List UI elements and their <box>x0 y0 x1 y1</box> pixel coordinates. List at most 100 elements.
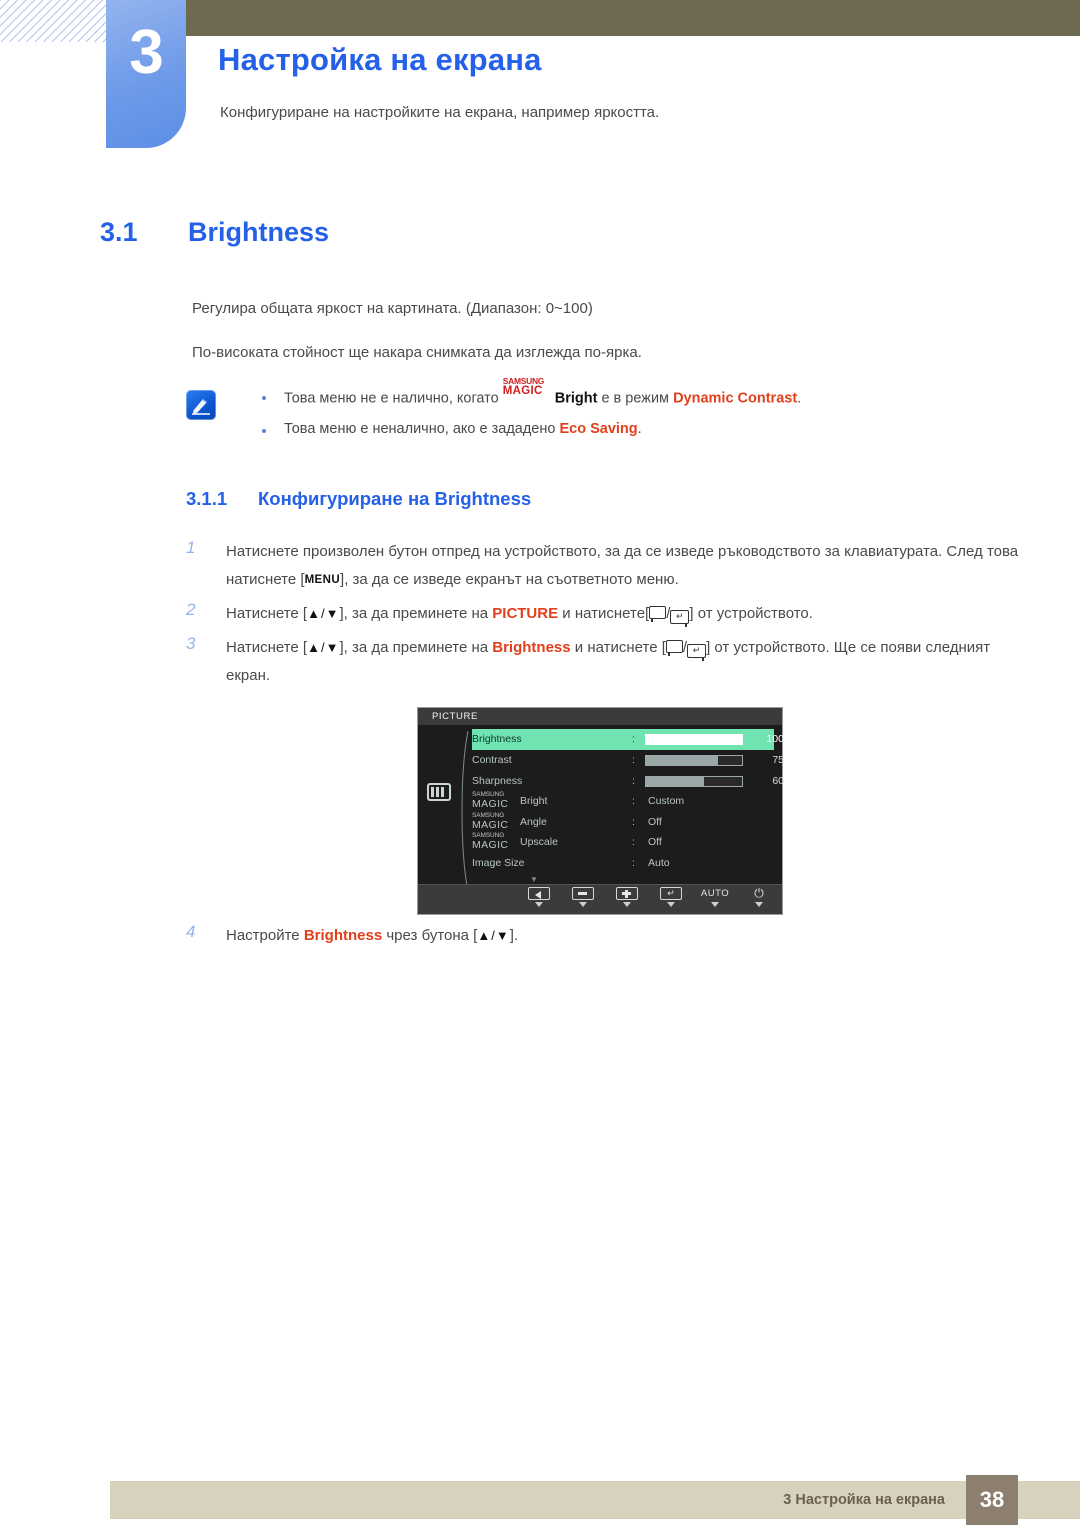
osd-row-brightness[interactable]: Brightness : 100 <box>472 729 784 750</box>
note-bullet-1-pre: Това меню не е налично, когато <box>284 390 499 407</box>
osd-back-button[interactable] <box>524 887 554 907</box>
picture-mode-icon <box>427 783 451 801</box>
step-4-part1: Настройте <box>226 927 300 944</box>
step-2-text: Натиснете [▲/▼], за да преминете на PICT… <box>226 605 813 627</box>
osd-plus-button[interactable] <box>612 887 642 907</box>
minus-icon <box>572 887 594 900</box>
osd-row-sharpness[interactable]: Sharpness : 60 <box>472 771 784 792</box>
osd-row-magic-angle[interactable]: SAMSUNG MAGIC Angle : Off <box>472 812 774 833</box>
osd-row-image-size[interactable]: Image Size : Auto <box>472 853 774 874</box>
step-1-part2: ], за да се изведе екранът на съответнот… <box>340 570 679 588</box>
osd-row-label: SAMSUNG MAGIC Bright <box>472 791 547 812</box>
section-heading: 3.1 Brightness <box>100 217 329 248</box>
osd-row-magic-upscale[interactable]: SAMSUNG MAGIC Upscale : Off <box>472 832 774 853</box>
updown-arrows-icon: ▲/▼ <box>307 640 340 655</box>
note-bullet-list: Това меню не е налично, когато SAMSUNG MA… <box>260 377 802 451</box>
page-footer: 3 Настройка на екрана 38 <box>110 1475 1080 1525</box>
enter-key-icon: ↵ <box>687 644 707 661</box>
updown-arrows-icon: ▲/▼ <box>307 606 340 621</box>
osd-row-bar <box>645 755 743 766</box>
osd-row-label: Sharpness <box>472 774 523 787</box>
osd-row-contrast[interactable]: Contrast : 75 <box>472 750 784 771</box>
step-2-part4: ] от устройството. <box>689 605 813 622</box>
footer-chapter-label: 3 Настройка на екрана <box>783 1492 945 1508</box>
step-2: 2 Натиснете [▲/▼], за да преминете на PI… <box>186 600 1026 628</box>
osd-row-magic-bright[interactable]: SAMSUNG MAGIC Bright : Custom <box>472 791 774 812</box>
step-3-text: Натиснете [▲/▼], за да преминете на Brig… <box>226 639 991 684</box>
subsection-heading: 3.1.1 Конфигуриране на Brightness <box>186 488 531 510</box>
section-paragraph-2: По-високата стойност ще накара снимката … <box>192 344 642 361</box>
osd-row-label-text: Bright <box>520 795 548 807</box>
updown-arrows-icon: ▲/▼ <box>477 928 510 943</box>
note-bullet-1-post: . <box>797 390 802 407</box>
osd-row-label: Contrast <box>472 754 512 766</box>
osd-menu-screenshot: PICTURE Brightness : 100 Contrast : 75 S… <box>417 707 784 915</box>
power-icon: ⏻ <box>754 886 764 900</box>
osd-row-value: 100 <box>766 733 784 745</box>
corner-hatch-decoration <box>0 0 112 42</box>
enter-key-icon: ↵ <box>670 610 690 627</box>
step-2-number: 2 <box>186 600 196 619</box>
magic-suffix-bright: Bright <box>554 390 598 407</box>
magic-bottom-text: MAGIC <box>502 385 543 397</box>
osd-row-colon: : <box>632 754 635 766</box>
osd-row-colon: : <box>632 815 635 828</box>
enter-glyph: ↵ <box>667 888 675 898</box>
osd-minus-button[interactable] <box>568 887 598 907</box>
step-4: 4 Настройте Brightness чрез бутона [▲/▼]… <box>186 922 1026 950</box>
osd-body: Brightness : 100 Contrast : 75 Sharpness… <box>418 725 784 891</box>
chapter-number-badge: 3 <box>106 0 186 148</box>
menu-key-label: MENU <box>304 573 341 586</box>
page-number-badge: 38 <box>966 1475 1018 1525</box>
source-key-icon <box>649 606 667 622</box>
step-3: 3 Натиснете [▲/▼], за да преминете на Br… <box>186 634 1026 690</box>
step-3-number: 3 <box>186 634 196 653</box>
chapter-subtitle: Конфигуриране на настройките на екрана, … <box>220 104 660 121</box>
osd-row-label-text: Upscale <box>520 836 558 848</box>
note-pen-icon <box>186 390 216 420</box>
osd-row-value: 60 <box>772 774 784 787</box>
step-3-part2: ], за да преминете на <box>339 639 489 656</box>
osd-power-button[interactable]: ⏻ <box>744 887 774 907</box>
note-bullet-2: Това меню е неналично, ако е зададено Ec… <box>260 421 801 437</box>
osd-row-value: 75 <box>772 754 784 766</box>
osd-row-label: SAMSUNG MAGIC Angle <box>472 812 547 833</box>
osd-row-bar <box>645 734 743 745</box>
osd-row-colon: : <box>632 774 635 787</box>
step-4-part3: ]. <box>509 927 519 944</box>
note-bullet-2-pre: Това меню е неналично, ако е зададено <box>284 420 556 437</box>
note-bullet-1-highlight: Dynamic Contrast <box>673 390 798 407</box>
osd-auto-button[interactable]: AUTO <box>700 887 730 907</box>
osd-samsung-magic-logotype: SAMSUNG MAGIC <box>472 832 520 853</box>
osd-scroll-down-caret-icon[interactable]: ▼ <box>530 875 538 884</box>
osd-brace-decoration <box>461 731 469 891</box>
osd-row-label: Brightness <box>472 733 522 745</box>
osd-row-value: Custom <box>648 795 685 807</box>
note-bullet-2-highlight: Eco Saving <box>559 420 638 437</box>
osd-row-value: Auto <box>648 856 670 869</box>
chevron-down-icon <box>711 902 719 907</box>
note-bullet-1-mid: е в режим <box>601 390 670 407</box>
subsection-number: 3.1.1 <box>186 488 228 509</box>
samsung-magic-logotype: SAMSUNG MAGIC <box>502 377 555 403</box>
note-bullet-2-post: . <box>637 420 642 437</box>
section-title-text: Brightness <box>188 217 330 247</box>
chevron-down-icon <box>755 902 763 907</box>
osd-row-colon: : <box>632 733 635 745</box>
step-2-part2: ], за да преминете на <box>339 605 489 622</box>
step-1: 1 Натиснете произволен бутон отпред на у… <box>186 538 1026 594</box>
step-4-part2: чрез бутона [ <box>386 927 478 944</box>
step-1-text: Натиснете произволен бутон отпред на уст… <box>226 538 1026 594</box>
chevron-down-icon <box>579 902 587 907</box>
osd-row-bar <box>645 775 743 787</box>
section-paragraph-1: Регулира общата яркост на картината. (Ди… <box>192 300 593 317</box>
osd-samsung-magic-logotype: SAMSUNG MAGIC <box>472 791 520 812</box>
step-2-part3: и натиснете[ <box>562 605 650 622</box>
chevron-down-icon <box>535 902 543 907</box>
enter-icon: ↵ <box>660 887 682 900</box>
osd-enter-button[interactable]: ↵ <box>656 887 686 907</box>
auto-label: AUTO <box>700 888 730 899</box>
osd-title: PICTURE <box>418 708 782 725</box>
subsection-title-text: Конфигуриране на Brightness <box>258 488 532 509</box>
osd-row-value: Off <box>648 836 662 848</box>
